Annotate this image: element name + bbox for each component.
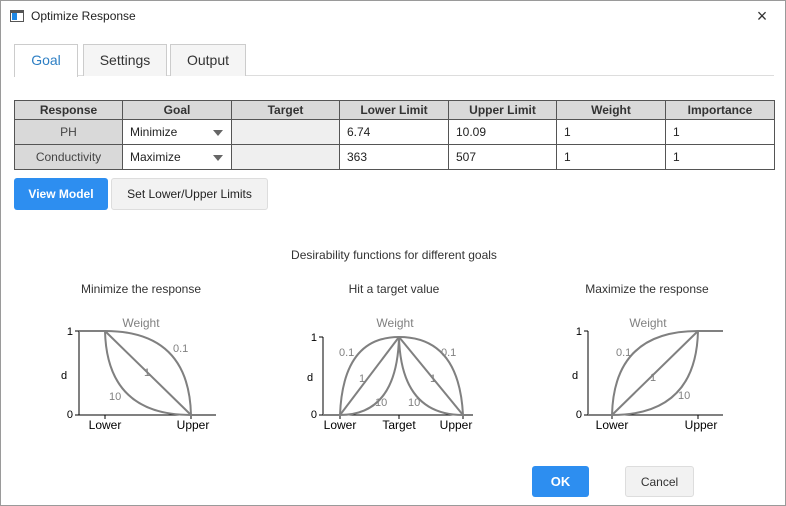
maximize-ytick-1: 1 [576,326,582,338]
header-weight: Weight [556,100,666,120]
weight-cell[interactable]: 1 [556,119,666,145]
maximize-xtick-lower: Lower [596,418,629,432]
tab-output[interactable]: Output [170,44,246,76]
lower-limit-cell[interactable]: 363 [339,144,449,170]
target-cell[interactable] [231,144,340,170]
target-panel-title: Hit a target value [348,282,440,296]
optimize-response-dialog: Optimize Response × Goal Settings Output… [0,0,786,506]
minimize-ytick-1: 1 [67,326,73,338]
goal-select-value: Maximize [130,150,181,164]
maximize-ylabel: d [572,370,578,382]
close-icon[interactable]: × [739,1,785,32]
maximize-ytick-0: 0 [576,409,582,421]
target-cell[interactable] [231,119,340,145]
minimize-ylabel: d [61,370,67,382]
minimize-ytick-0: 0 [67,409,73,421]
importance-cell[interactable]: 1 [665,119,775,145]
chevron-down-icon [213,155,223,161]
chevron-down-icon [213,130,223,136]
lower-limit-cell[interactable]: 6.74 [339,119,449,145]
minimize-weight-label: Weight [122,316,160,330]
maximize-desirability-plot: Weight 0.1 1 10 1 0 d Lower Upper [572,316,723,432]
header-upper-limit: Upper Limit [448,100,557,120]
target-xtick-upper: Upper [440,418,473,432]
target-label-left-0-1: 0.1 [339,347,354,359]
view-model-button[interactable]: View Model [14,178,108,210]
maximize-weight-label: Weight [629,316,667,330]
minimize-xtick-lower: Lower [89,418,122,432]
target-desirability-plot: Weight 0.1 1 10 10 1 0.1 1 0 d Lower Tar… [307,316,473,432]
maximize-panel-title: Maximize the response [585,282,709,296]
window-title: Optimize Response [31,9,136,23]
maximize-label-1: 1 [650,372,656,384]
tab-settings[interactable]: Settings [83,44,167,76]
tab-bar: Goal Settings Output [14,44,774,77]
target-ylabel: d [307,372,313,384]
goal-select[interactable]: Maximize [122,144,232,170]
header-target: Target [231,100,340,120]
target-label-left-1: 1 [359,373,365,385]
target-ytick-1: 1 [311,332,317,344]
table-row: Conductivity Maximize 363 507 1 1 [14,144,775,170]
maximize-label-0-1: 0.1 [616,347,631,359]
desirability-title: Desirability functions for different goa… [291,248,497,262]
importance-cell[interactable]: 1 [665,144,775,170]
app-icon [10,10,24,22]
target-label-right-1: 1 [430,373,436,385]
tab-goal[interactable]: Goal [14,44,78,77]
target-label-left-10: 10 [375,397,387,409]
header-response: Response [14,100,123,120]
minimize-label-0-1: 0.1 [173,343,188,355]
header-importance: Importance [665,100,775,120]
target-ytick-0: 0 [311,409,317,421]
response-name: PH [14,119,123,145]
maximize-label-10: 10 [678,390,690,402]
goal-select[interactable]: Minimize [122,119,232,145]
minimize-panel-title: Minimize the response [80,282,202,296]
upper-limit-cell[interactable]: 507 [448,144,557,170]
target-weight-label: Weight [376,316,414,330]
weight-cell[interactable]: 1 [556,144,666,170]
header-lower-limit: Lower Limit [339,100,449,120]
table-row: PH Minimize 6.74 10.09 1 1 [14,119,775,145]
title-bar: Optimize Response × [1,1,785,32]
header-goal: Goal [122,100,232,120]
minimize-label-10: 10 [109,391,121,403]
ok-button[interactable]: OK [532,466,589,497]
minimize-xtick-upper: Upper [177,418,210,432]
set-limits-button[interactable]: Set Lower/Upper Limits [111,178,268,210]
cancel-button[interactable]: Cancel [625,466,694,497]
upper-limit-cell[interactable]: 10.09 [448,119,557,145]
maximize-xtick-upper: Upper [685,418,718,432]
target-label-right-0-1: 0.1 [441,347,456,359]
minimize-label-1: 1 [144,367,150,379]
response-name: Conductivity [14,144,123,170]
target-xtick-target: Target [382,418,416,432]
target-xtick-lower: Lower [324,418,357,432]
goal-select-value: Minimize [130,125,178,139]
response-goals-table: Response Goal Target Lower Limit Upper L… [14,100,775,170]
minimize-desirability-plot: Weight 0.1 1 10 1 0 d Lower Upper [61,316,216,432]
target-label-right-10: 10 [408,397,420,409]
